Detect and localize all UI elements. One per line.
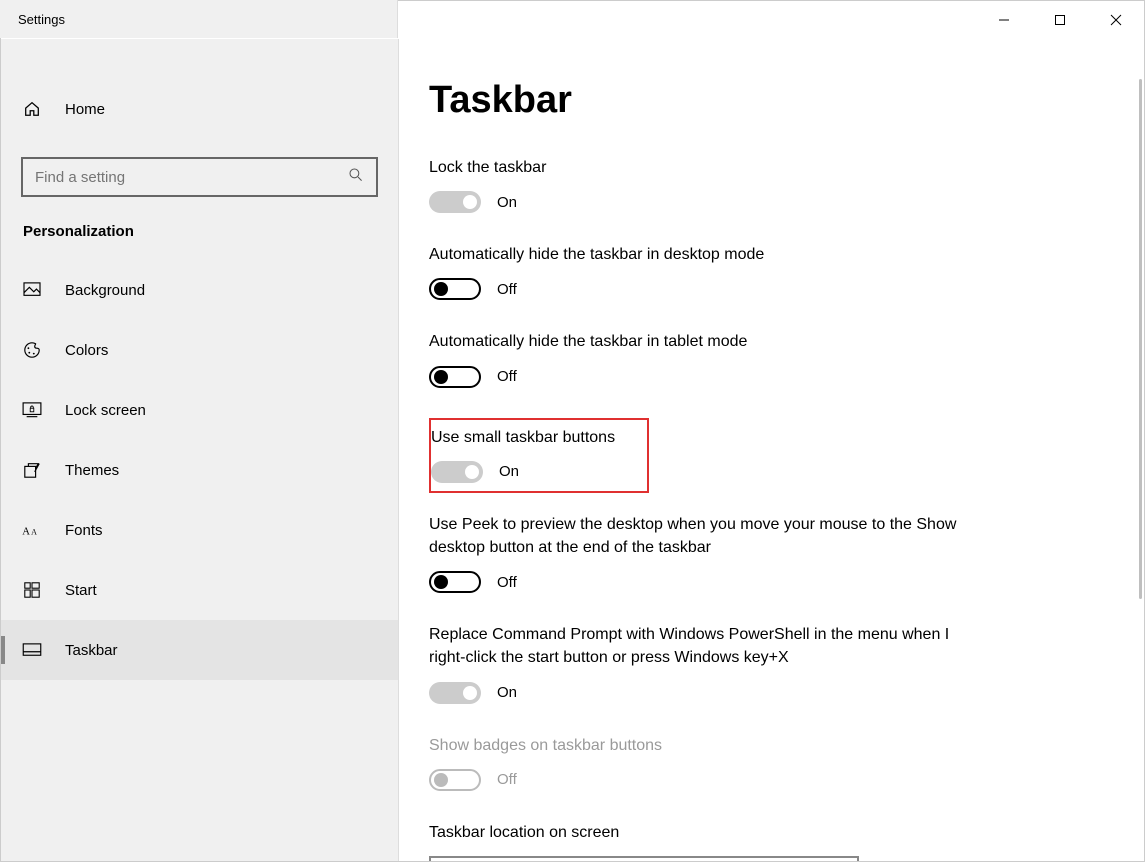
toggle-lock-taskbar[interactable] — [429, 191, 481, 213]
sidebar-home[interactable]: Home — [1, 79, 398, 139]
minimize-button[interactable] — [976, 1, 1032, 39]
search-input-container[interactable] — [21, 157, 378, 197]
setting-label: Show badges on taskbar buttons — [429, 734, 989, 757]
toggle-state-text: On — [497, 194, 517, 211]
svg-text:A: A — [31, 527, 37, 536]
sidebar-item-label: Colors — [65, 342, 108, 359]
sidebar: Home Personalization Background Colors — [1, 39, 399, 861]
setting-small-buttons: Use small taskbar buttons On — [431, 426, 639, 483]
setting-taskbar-location: Taskbar location on screen Bottom — [429, 821, 1104, 861]
setting-badges: Show badges on taskbar buttons Off — [429, 734, 1104, 791]
toggle-state-text: On — [497, 684, 517, 701]
lock-screen-icon — [21, 402, 43, 418]
search-input[interactable] — [35, 169, 348, 186]
sidebar-item-label: Lock screen — [65, 402, 146, 419]
setting-label: Lock the taskbar — [429, 156, 989, 179]
sidebar-item-lock-screen[interactable]: Lock screen — [1, 380, 398, 440]
sidebar-item-label: Background — [65, 282, 145, 299]
toggle-powershell[interactable] — [429, 682, 481, 704]
sidebar-item-label: Fonts — [65, 522, 103, 539]
toggle-small-buttons[interactable] — [431, 461, 483, 483]
titlebar: Settings — [1, 1, 1144, 39]
sidebar-item-colors[interactable]: Colors — [1, 320, 398, 380]
setting-use-peek: Use Peek to preview the desktop when you… — [429, 513, 1104, 593]
taskbar-icon — [21, 643, 43, 657]
setting-label: Automatically hide the taskbar in tablet… — [429, 330, 989, 353]
setting-label: Automatically hide the taskbar in deskto… — [429, 243, 989, 266]
palette-icon — [21, 341, 43, 359]
toggle-badges — [429, 769, 481, 791]
scrollbar[interactable] — [1139, 79, 1142, 599]
page-title: Taskbar — [429, 79, 1104, 122]
toggle-state-text: Off — [497, 281, 517, 298]
sidebar-category: Personalization — [1, 217, 398, 260]
setting-powershell: Replace Command Prompt with Windows Powe… — [429, 623, 1104, 703]
sidebar-item-background[interactable]: Background — [1, 260, 398, 320]
setting-autohide-desktop: Automatically hide the taskbar in deskto… — [429, 243, 1104, 300]
content-pane: Taskbar Lock the taskbar On Automaticall… — [399, 39, 1144, 861]
themes-icon — [21, 461, 43, 479]
svg-text:A: A — [22, 526, 30, 537]
picture-icon — [21, 282, 43, 298]
toggle-state-text: On — [499, 463, 519, 480]
toggle-state-text: Off — [497, 368, 517, 385]
toggle-autohide-tablet[interactable] — [429, 366, 481, 388]
toggle-state-text: Off — [497, 771, 517, 788]
setting-label: Taskbar location on screen — [429, 821, 989, 844]
close-button[interactable] — [1088, 1, 1144, 39]
home-icon — [21, 100, 43, 118]
window-title: Settings — [18, 12, 65, 27]
maximize-button[interactable] — [1032, 1, 1088, 39]
setting-label: Use small taskbar buttons — [431, 426, 639, 449]
highlighted-setting: Use small taskbar buttons On — [429, 418, 649, 493]
setting-label: Replace Command Prompt with Windows Powe… — [429, 623, 989, 669]
dropdown-taskbar-location[interactable]: Bottom — [429, 856, 859, 861]
toggle-use-peek[interactable] — [429, 571, 481, 593]
sidebar-item-themes[interactable]: Themes — [1, 440, 398, 500]
sidebar-item-start[interactable]: Start — [1, 560, 398, 620]
sidebar-item-label: Themes — [65, 462, 119, 479]
setting-autohide-tablet: Automatically hide the taskbar in tablet… — [429, 330, 1104, 387]
toggle-state-text: Off — [497, 574, 517, 591]
start-icon — [21, 581, 43, 599]
sidebar-item-taskbar[interactable]: Taskbar — [1, 620, 398, 680]
fonts-icon: AA — [21, 522, 43, 538]
sidebar-home-label: Home — [65, 101, 105, 118]
setting-label: Use Peek to preview the desktop when you… — [429, 513, 989, 559]
sidebar-item-label: Start — [65, 582, 97, 599]
sidebar-item-label: Taskbar — [65, 642, 118, 659]
search-icon — [348, 167, 364, 187]
setting-lock-taskbar: Lock the taskbar On — [429, 156, 1104, 213]
toggle-autohide-desktop[interactable] — [429, 278, 481, 300]
sidebar-item-fonts[interactable]: AA Fonts — [1, 500, 398, 560]
